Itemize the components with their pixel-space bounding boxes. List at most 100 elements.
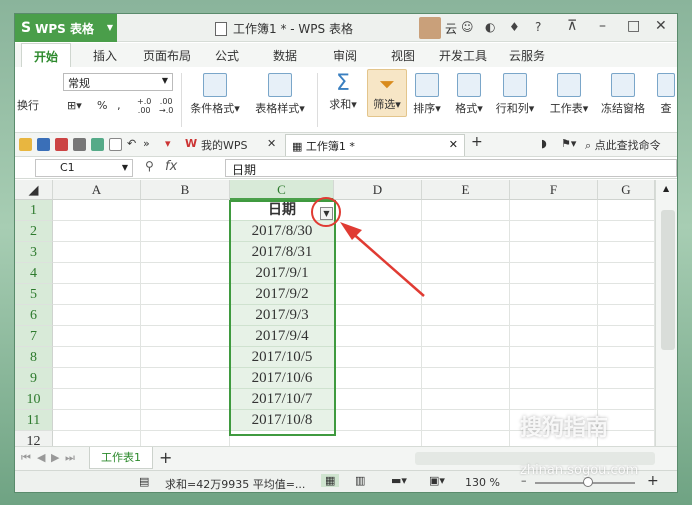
next-sheet-icon[interactable]: ▶ <box>51 451 59 464</box>
rows-columns-button[interactable]: 行和列▾ <box>493 73 537 116</box>
sum-button[interactable]: Σ 求和▾ <box>325 71 361 112</box>
cell[interactable] <box>510 368 598 389</box>
increase-decimal-icon[interactable]: +.0.00 <box>137 97 151 115</box>
user-name[interactable]: 云 <box>445 20 457 37</box>
cell[interactable] <box>53 242 141 263</box>
cell[interactable] <box>334 410 422 431</box>
cell[interactable] <box>510 263 598 284</box>
cell-c1[interactable]: 日期 <box>230 200 334 221</box>
cell[interactable] <box>53 326 141 347</box>
freeze-panes-button[interactable]: 冻结窗格 <box>599 73 647 116</box>
row-header-6[interactable]: 6 <box>15 305 53 326</box>
cloud-icon[interactable]: ◗ <box>541 137 547 150</box>
cell[interactable] <box>53 263 141 284</box>
row-header-1[interactable]: 1 <box>15 200 53 221</box>
cell[interactable] <box>334 263 422 284</box>
cell[interactable] <box>422 347 510 368</box>
cell[interactable] <box>141 431 230 446</box>
row-header-8[interactable]: 8 <box>15 347 53 368</box>
add-sheet-button[interactable]: + <box>159 448 172 467</box>
tab-view[interactable]: 视图 <box>391 47 415 64</box>
row-header-7[interactable]: 7 <box>15 326 53 347</box>
app-menu-button[interactable]: S WPS 表格 ▼ <box>15 14 117 42</box>
select-all-corner[interactable]: ◢ <box>15 180 53 200</box>
cell[interactable] <box>510 347 598 368</box>
close-tab-icon[interactable]: ✕ <box>449 138 458 151</box>
cell-c4[interactable]: 2017/9/1 <box>230 263 334 284</box>
cell[interactable] <box>598 368 655 389</box>
cell[interactable] <box>598 284 655 305</box>
tab-home[interactable]: 开始 <box>21 43 72 67</box>
row-header-4[interactable]: 4 <box>15 263 53 284</box>
last-sheet-icon[interactable]: ⏭ <box>65 451 75 465</box>
format-button[interactable]: 格式▾ <box>453 73 485 116</box>
worksheet-button[interactable]: 工作表▾ <box>547 73 591 116</box>
cell[interactable] <box>141 242 230 263</box>
cell[interactable] <box>598 200 655 221</box>
cell-c2[interactable]: 2017/8/30 <box>230 221 334 242</box>
decrease-decimal-icon[interactable]: .00 →.0 <box>159 97 173 115</box>
new-tab-icon[interactable]: + <box>471 134 483 150</box>
zoom-slider-thumb[interactable] <box>583 477 593 487</box>
cell[interactable] <box>141 368 230 389</box>
cell[interactable] <box>53 389 141 410</box>
cell[interactable] <box>510 305 598 326</box>
cell-c5[interactable]: 2017/9/2 <box>230 284 334 305</box>
cell[interactable] <box>141 263 230 284</box>
close-tab-icon[interactable]: ✕ <box>267 137 276 150</box>
sheet-tab[interactable]: 工作表1 <box>89 447 153 469</box>
cell[interactable] <box>422 305 510 326</box>
flag-icon[interactable]: ⚑▾ <box>561 137 576 150</box>
cell[interactable] <box>334 389 422 410</box>
maximize-icon[interactable]: □ <box>627 18 640 34</box>
scroll-thumb[interactable] <box>661 210 675 350</box>
close-icon[interactable]: ✕ <box>655 18 667 34</box>
cell-c11[interactable]: 2017/10/8 <box>230 410 334 431</box>
reading-mode-icon[interactable]: ▣▾ <box>429 474 445 487</box>
cell[interactable] <box>53 347 141 368</box>
cell[interactable] <box>334 200 422 221</box>
pin-icon[interactable]: ▾ <box>165 137 171 150</box>
cell[interactable] <box>141 410 230 431</box>
cell[interactable] <box>510 284 598 305</box>
cell[interactable] <box>422 389 510 410</box>
skin-icon[interactable]: ◐ <box>485 20 495 34</box>
print-icon[interactable] <box>73 138 86 151</box>
column-header-a[interactable]: A <box>53 180 141 200</box>
row-header-11[interactable]: 11 <box>15 410 53 431</box>
tab-cloud[interactable]: 云服务 <box>509 47 545 64</box>
tab-data[interactable]: 数据 <box>273 47 297 64</box>
cell[interactable] <box>141 284 230 305</box>
row-header-2[interactable]: 2 <box>15 221 53 242</box>
fx-icon[interactable]: fx <box>165 159 177 174</box>
avatar[interactable] <box>419 17 441 39</box>
cell[interactable] <box>53 200 141 221</box>
cell[interactable] <box>598 221 655 242</box>
prev-sheet-icon[interactable]: ◀ <box>37 451 45 464</box>
my-wps-tab[interactable]: 我的WPS <box>201 137 248 153</box>
undo-icon[interactable]: ↶ <box>127 137 136 150</box>
cell[interactable] <box>422 242 510 263</box>
magnifier-icon[interactable]: ⚲ <box>145 159 154 173</box>
cell[interactable] <box>334 305 422 326</box>
cell[interactable] <box>53 305 141 326</box>
cell[interactable] <box>53 284 141 305</box>
column-header-c[interactable]: C <box>230 180 334 200</box>
smile-icon[interactable]: ☺ <box>461 20 474 34</box>
cell-c10[interactable]: 2017/10/7 <box>230 389 334 410</box>
cell[interactable] <box>598 326 655 347</box>
conditional-format-button[interactable]: 条件格式▾ <box>187 73 243 116</box>
cell[interactable] <box>598 389 655 410</box>
cell-c9[interactable]: 2017/10/6 <box>230 368 334 389</box>
zoom-level[interactable]: 130 % <box>465 476 500 489</box>
tab-developer[interactable]: 开发工具 <box>439 47 487 64</box>
column-header-g[interactable]: G <box>598 180 655 200</box>
name-box[interactable]: C1 ▼ <box>35 159 133 177</box>
normal-view-icon[interactable]: ▦ <box>321 474 340 487</box>
cell[interactable] <box>598 347 655 368</box>
save-icon[interactable] <box>37 138 50 151</box>
scroll-up-icon[interactable]: ▲ <box>663 184 669 193</box>
cell[interactable] <box>422 284 510 305</box>
filter-button[interactable]: ⏷ 筛选▾ <box>367 69 407 117</box>
open-icon[interactable] <box>19 138 32 151</box>
